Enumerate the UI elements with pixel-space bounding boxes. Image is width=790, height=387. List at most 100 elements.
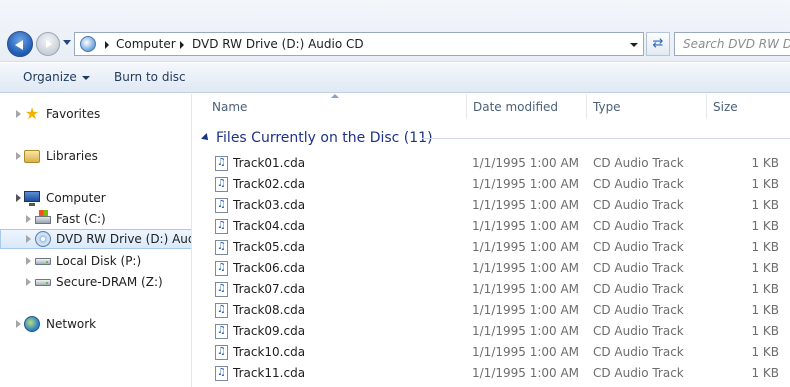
table-row[interactable]: Track10.cda 1/1/1995 1:00 AM CD Audio Trac… (193, 342, 790, 363)
table-row[interactable]: Track03.cda 1/1/1995 1:00 AM CD Audio Trac… (193, 195, 790, 216)
sidebar-item-label: DVD RW Drive (D:) Audio CD (56, 232, 191, 246)
file-date: 1/1/1995 1:00 AM (472, 261, 580, 275)
cd-audio-file-icon (215, 303, 228, 318)
file-date: 1/1/1995 1:00 AM (472, 366, 580, 380)
chevron-down-icon (81, 75, 90, 80)
expand-arrow-icon[interactable] (26, 257, 31, 265)
file-type: CD Audio Track (593, 261, 684, 275)
table-row[interactable]: Track07.cda 1/1/1995 1:00 AM CD Audio Trac… (193, 279, 790, 300)
table-row[interactable]: Track05.cda 1/1/1995 1:00 AM CD Audio Trac… (193, 237, 790, 258)
group-header[interactable]: Files Currently on the Disc (11) (216, 130, 433, 146)
library-icon (24, 150, 40, 163)
sidebar-item-label: Fast (C:) (56, 212, 106, 226)
file-size: 1 KB (751, 261, 779, 275)
cd-audio-file-icon (215, 177, 228, 192)
network-icon (24, 316, 40, 332)
cd-audio-file-icon (215, 156, 228, 171)
burn-label: Burn to disc (114, 70, 186, 84)
sidebar-item-computer[interactable]: Computer (0, 188, 191, 208)
organize-button[interactable]: Organize (23, 70, 90, 84)
expand-arrow-icon[interactable] (16, 320, 21, 328)
table-row[interactable]: Track09.cda 1/1/1995 1:00 AM CD Audio Trac… (193, 321, 790, 342)
cd-audio-file-icon (215, 240, 228, 255)
file-type: CD Audio Track (593, 219, 684, 233)
breadcrumb-separator-icon[interactable] (180, 41, 184, 49)
file-size: 1 KB (751, 345, 779, 359)
refresh-button[interactable]: ⇄ (646, 32, 670, 56)
sidebar-item-network[interactable]: Network (0, 314, 191, 334)
sidebar-item-label: Computer (46, 191, 106, 205)
file-type: CD Audio Track (593, 156, 684, 170)
column-header-type[interactable]: Type (587, 94, 707, 119)
expand-arrow-icon[interactable] (16, 152, 21, 160)
file-date: 1/1/1995 1:00 AM (472, 282, 580, 296)
expand-arrow-icon[interactable] (26, 215, 31, 223)
table-row[interactable]: Track11.cda 1/1/1995 1:00 AM CD Audio Trac… (193, 363, 790, 384)
file-size: 1 KB (751, 240, 779, 254)
file-name: Track01.cda (233, 156, 306, 170)
breadcrumb-separator-icon[interactable] (105, 41, 109, 49)
table-row[interactable]: Track08.cda 1/1/1995 1:00 AM CD Audio Trac… (193, 300, 790, 321)
column-header-size[interactable]: Size (707, 94, 790, 119)
search-input[interactable]: Search DVD RW Drive (674, 32, 790, 56)
sidebar-item-dvd-drive[interactable]: DVD RW Drive (D:) Audio CD (0, 229, 191, 249)
file-size: 1 KB (751, 324, 779, 338)
file-type: CD Audio Track (593, 240, 684, 254)
navigation-pane: ★ Favorites Libraries Computer Fast (C:)… (0, 94, 192, 387)
column-label: Date modified (473, 100, 559, 114)
sidebar-item-libraries[interactable]: Libraries (0, 146, 191, 166)
group-divider (422, 138, 790, 139)
hard-disk-icon (35, 279, 51, 286)
breadcrumb-dvd-drive[interactable]: DVD RW Drive (D:) Audio CD (192, 37, 364, 51)
file-name: Track05.cda (233, 240, 306, 254)
column-label: Type (593, 100, 621, 114)
sidebar-item-label: Local Disk (P:) (56, 254, 142, 268)
table-row[interactable]: Track02.cda 1/1/1995 1:00 AM CD Audio Trac… (193, 174, 790, 195)
cd-audio-file-icon (215, 345, 228, 360)
command-toolbar: Organize Burn to disc (0, 63, 790, 93)
sidebar-item-favorites[interactable]: ★ Favorites (0, 104, 191, 124)
search-placeholder: Search DVD RW Drive (683, 37, 790, 51)
sidebar-item-drive-z[interactable]: Secure-DRAM (Z:) (0, 272, 191, 292)
recent-pages-chevron-icon[interactable] (63, 40, 71, 45)
collapse-arrow-icon[interactable] (16, 194, 21, 202)
file-name: Track06.cda (233, 261, 306, 275)
expand-arrow-icon[interactable] (26, 235, 31, 243)
breadcrumb-computer[interactable]: Computer (116, 37, 176, 51)
sidebar-item-drive-c[interactable]: Fast (C:) (0, 209, 191, 229)
table-row[interactable]: Track06.cda 1/1/1995 1:00 AM CD Audio Trac… (193, 258, 790, 279)
star-icon: ★ (24, 104, 40, 123)
file-name: Track10.cda (233, 345, 306, 359)
table-row[interactable]: Track01.cda 1/1/1995 1:00 AM CD Audio Trac… (193, 153, 790, 174)
sidebar-item-label: Secure-DRAM (Z:) (56, 275, 163, 289)
address-field[interactable]: Computer DVD RW Drive (D:) Audio CD (74, 32, 644, 56)
address-dropdown-icon[interactable] (630, 43, 638, 47)
column-header-date[interactable]: Date modified (467, 94, 587, 119)
dvd-drive-icon (35, 231, 51, 247)
expand-arrow-icon[interactable] (26, 278, 31, 286)
column-header-name[interactable]: Name (193, 94, 467, 119)
sidebar-item-label: Favorites (46, 107, 101, 121)
cd-audio-file-icon (215, 324, 228, 339)
file-type: CD Audio Track (593, 282, 684, 296)
file-date: 1/1/1995 1:00 AM (472, 240, 580, 254)
expand-arrow-icon[interactable] (16, 110, 21, 118)
file-name: Track04.cda (233, 219, 306, 233)
forward-arrow-icon[interactable] (36, 32, 60, 56)
file-date: 1/1/1995 1:00 AM (472, 324, 580, 338)
hard-disk-icon (35, 258, 51, 265)
file-type: CD Audio Track (593, 324, 684, 338)
file-name: Track07.cda (233, 282, 306, 296)
refresh-icon: ⇄ (652, 36, 664, 51)
sidebar-item-drive-p[interactable]: Local Disk (P:) (0, 251, 191, 271)
file-size: 1 KB (751, 219, 779, 233)
group-collapse-icon[interactable] (201, 133, 211, 143)
cd-audio-file-icon (215, 219, 228, 234)
file-date: 1/1/1995 1:00 AM (472, 303, 580, 317)
back-arrow-icon[interactable] (7, 31, 33, 57)
burn-to-disc-button[interactable]: Burn to disc (114, 70, 186, 84)
file-date: 1/1/1995 1:00 AM (472, 219, 580, 233)
table-row[interactable]: Track04.cda 1/1/1995 1:00 AM CD Audio Trac… (193, 216, 790, 237)
column-label: Name (212, 100, 248, 114)
file-type: CD Audio Track (593, 366, 684, 380)
